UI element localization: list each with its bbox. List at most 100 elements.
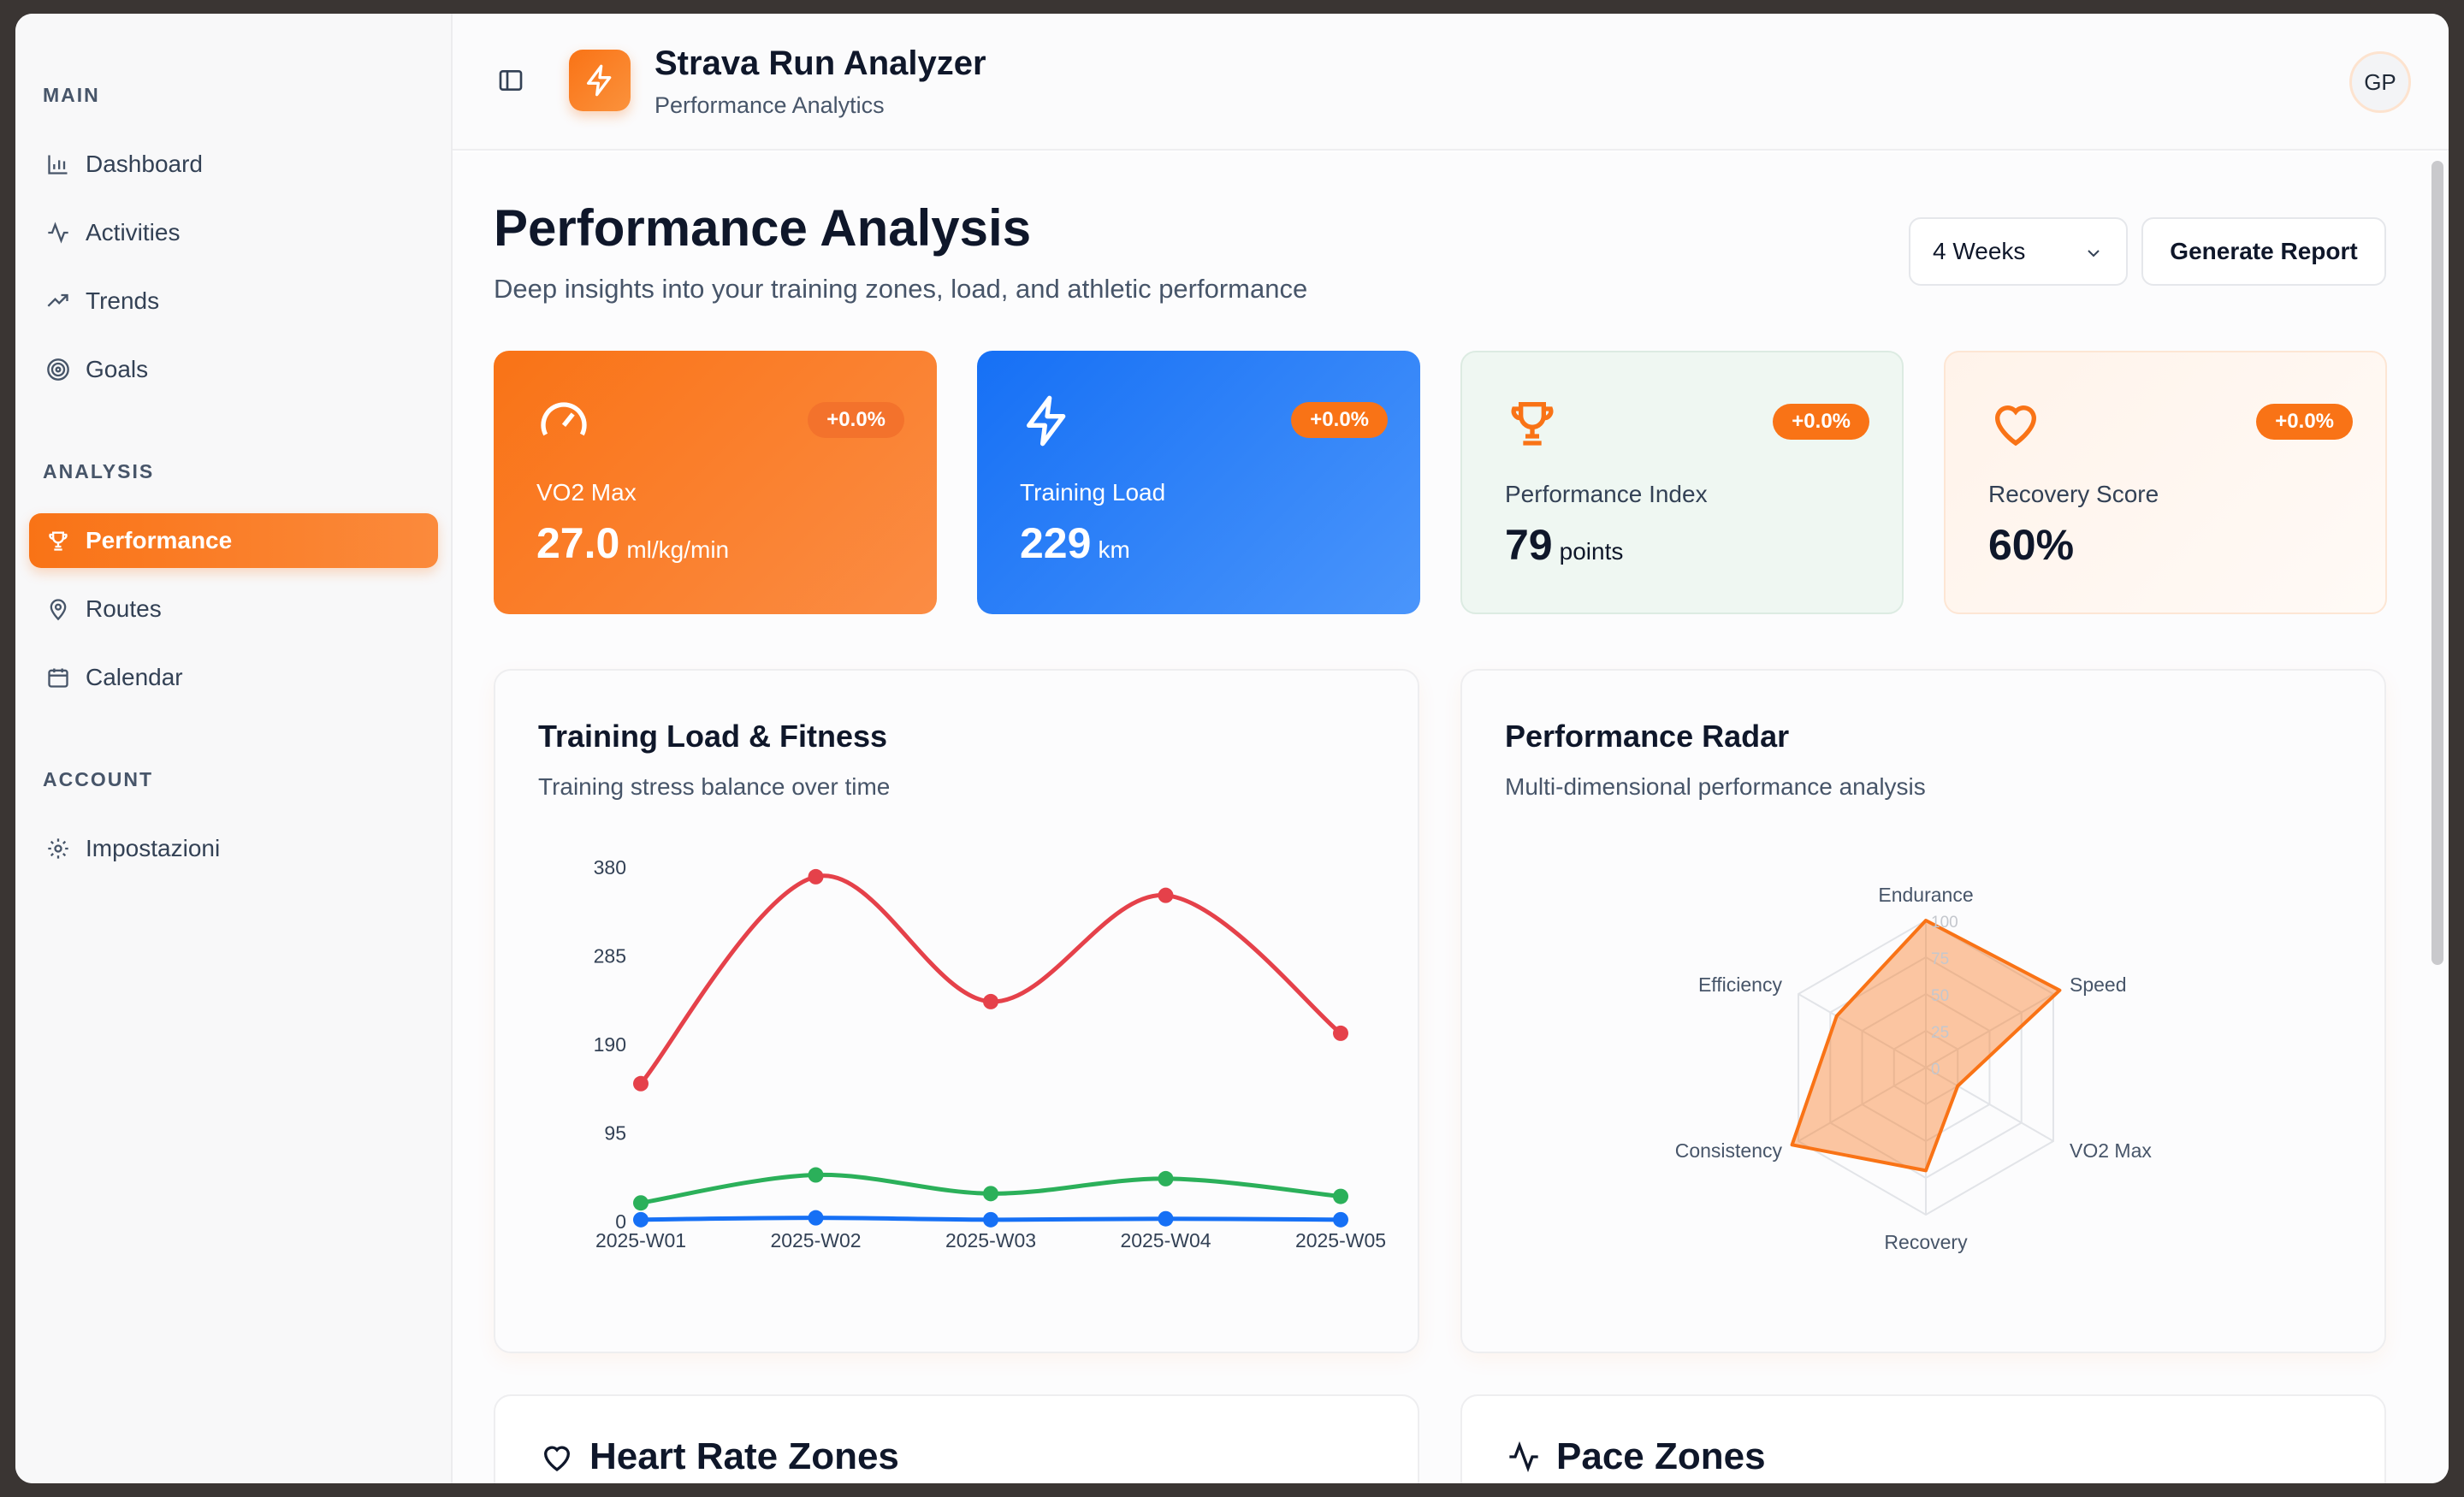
data-point xyxy=(983,1186,998,1202)
chevron-down-icon xyxy=(2088,250,2100,257)
performance-radar-chart: 0 25 50 75 100 Endurance Speed VO2 Max Recovery C… xyxy=(1675,884,2153,1253)
sidebar: MAIN Dashboard Activities Trends Goals A… xyxy=(15,14,453,1483)
data-point xyxy=(808,1167,824,1183)
radar-tick-label: 0 xyxy=(1931,1061,1940,1079)
y-tick-label: 380 xyxy=(594,856,626,879)
data-point xyxy=(1333,1211,1348,1228)
app-subtitle: Performance Analytics xyxy=(654,92,885,118)
generate-report-button[interactable]: Generate Report xyxy=(2141,217,2386,286)
sidebar-item-label: Trends xyxy=(86,287,160,314)
stat-card-recovery-score: +0.0% Recovery Score 60% xyxy=(1944,351,2387,614)
calendar-icon xyxy=(44,664,72,691)
sidebar-item-goals[interactable]: Goals xyxy=(29,342,438,397)
stat-value: 79 points xyxy=(1505,521,1624,569)
stat-change-badge: +0.0% xyxy=(1773,404,1869,440)
training-load-card: Training Load & Fitness Training stress … xyxy=(494,669,1419,1353)
x-tick-label: 2025-W02 xyxy=(770,1229,861,1251)
stat-label: Training Load xyxy=(1020,479,1166,506)
data-point xyxy=(1158,887,1174,903)
heart-icon xyxy=(1994,405,2037,447)
sidebar-item-label: Activities xyxy=(86,219,181,246)
avatar[interactable]: GP xyxy=(2349,51,2411,113)
sidebar-item-label: Goals xyxy=(86,356,149,382)
period-select-value: 4 Weeks xyxy=(1933,238,2026,264)
card-title: Heart Rate Zones xyxy=(589,1435,899,1477)
main-content: Performance Analysis Deep insights into … xyxy=(453,152,2449,1483)
zap-icon xyxy=(1027,395,1066,447)
stat-unit: ml/kg/min xyxy=(626,536,730,563)
trending-up-icon xyxy=(44,287,72,315)
sidebar-item-calendar[interactable]: Calendar xyxy=(29,650,438,705)
radar-series-area xyxy=(1790,919,2062,1173)
series-line-0 xyxy=(638,873,1343,1086)
stat-value: 27.0 ml/kg/min xyxy=(536,519,730,567)
y-tick-label: 285 xyxy=(594,945,626,967)
stat-card-vo2max: +0.0% VO2 Max 27.0 ml/kg/min xyxy=(494,351,937,614)
activity-icon xyxy=(44,219,72,246)
radar-axis-label: Consistency xyxy=(1675,1139,1783,1162)
radar-axis-label: Recovery xyxy=(1884,1231,1968,1253)
radar-tick-label: 100 xyxy=(1931,914,1958,932)
stat-change-badge: +0.0% xyxy=(808,402,904,438)
map-pin-icon xyxy=(44,595,72,623)
performance-radar-card: Performance Radar Multi-dimensional perf… xyxy=(1460,669,2386,1353)
x-tick-label: 2025-W03 xyxy=(945,1229,1036,1251)
sidebar-item-trends[interactable]: Trends xyxy=(29,274,438,328)
radar-tick-label: 75 xyxy=(1931,950,1949,968)
stat-unit: km xyxy=(1098,536,1130,563)
app-title: Strava Run Analyzer xyxy=(654,44,986,82)
sidebar-toggle-icon[interactable] xyxy=(497,67,524,94)
y-tick-label: 95 xyxy=(604,1122,626,1145)
training-load-line-chart: 0951902853802025-W01 2025-W02 2025-W03 2025… xyxy=(594,856,1386,1251)
radar-axis-label: Efficiency xyxy=(1698,973,1783,996)
radar-tick-label: 25 xyxy=(1931,1024,1949,1042)
sidebar-section-main: MAIN xyxy=(43,84,100,106)
sidebar-item-dashboard[interactable]: Dashboard xyxy=(29,137,438,192)
gear-icon xyxy=(44,835,72,862)
radar-axis-label: VO2 Max xyxy=(2070,1139,2152,1162)
sidebar-item-label: Routes xyxy=(86,595,162,622)
radar-axis-label: Speed xyxy=(2070,973,2127,996)
pace-zones-card: Pace Zones xyxy=(1460,1394,2386,1483)
target-icon xyxy=(44,356,72,383)
scrollbar[interactable] xyxy=(2431,161,2443,965)
stat-label: Recovery Score xyxy=(1988,481,2159,507)
top-header: Strava Run Analyzer Performance Analytic… xyxy=(453,14,2449,151)
sidebar-item-label: Calendar xyxy=(86,664,183,690)
app-logo-zap-icon xyxy=(569,50,631,111)
page-subtitle: Deep insights into your training zones, … xyxy=(494,274,1308,304)
bar-chart-icon xyxy=(44,151,72,178)
sidebar-section-analysis: ANALYSIS xyxy=(43,460,155,482)
x-tick-label: 2025-W05 xyxy=(1295,1229,1386,1251)
sidebar-item-activities[interactable]: Activities xyxy=(29,205,438,260)
sidebar-item-label: Dashboard xyxy=(86,151,203,177)
sidebar-item-label: Performance xyxy=(86,527,233,553)
data-point xyxy=(1333,1188,1348,1204)
heart-icon xyxy=(543,1446,571,1472)
stat-value: 60% xyxy=(1988,521,2075,569)
radar-tick-label: 50 xyxy=(1931,987,1949,1005)
stat-change-badge: +0.0% xyxy=(2256,404,2353,440)
stat-change-badge: +0.0% xyxy=(1291,402,1388,438)
stat-unit: points xyxy=(1559,538,1624,565)
gauge-icon xyxy=(541,402,587,436)
data-point xyxy=(808,1210,824,1226)
data-point xyxy=(1333,1025,1348,1041)
x-tick-label: 2025-W04 xyxy=(1120,1229,1211,1251)
data-point xyxy=(633,1075,649,1092)
data-point xyxy=(1158,1210,1174,1227)
stat-value: 229 km xyxy=(1020,519,1130,567)
stat-card-training-load: +0.0% Training Load 229 km xyxy=(977,351,1420,614)
period-select[interactable]: 4 Weeks xyxy=(1909,217,2128,286)
stat-label: Performance Index xyxy=(1505,481,1708,507)
trophy-icon xyxy=(44,527,72,554)
data-point xyxy=(983,993,998,1009)
app-window: MAIN Dashboard Activities Trends Goals A… xyxy=(15,14,2449,1483)
activity-icon xyxy=(1509,1441,1538,1473)
stat-card-performance-index: +0.0% Performance Index 79 points xyxy=(1460,351,1904,614)
sidebar-section-account: ACCOUNT xyxy=(43,768,153,790)
sidebar-item-performance[interactable]: Performance xyxy=(29,513,438,568)
sidebar-item-routes[interactable]: Routes xyxy=(29,582,438,636)
sidebar-item-settings[interactable]: Impostazioni xyxy=(29,821,438,876)
y-tick-label: 190 xyxy=(594,1033,626,1056)
